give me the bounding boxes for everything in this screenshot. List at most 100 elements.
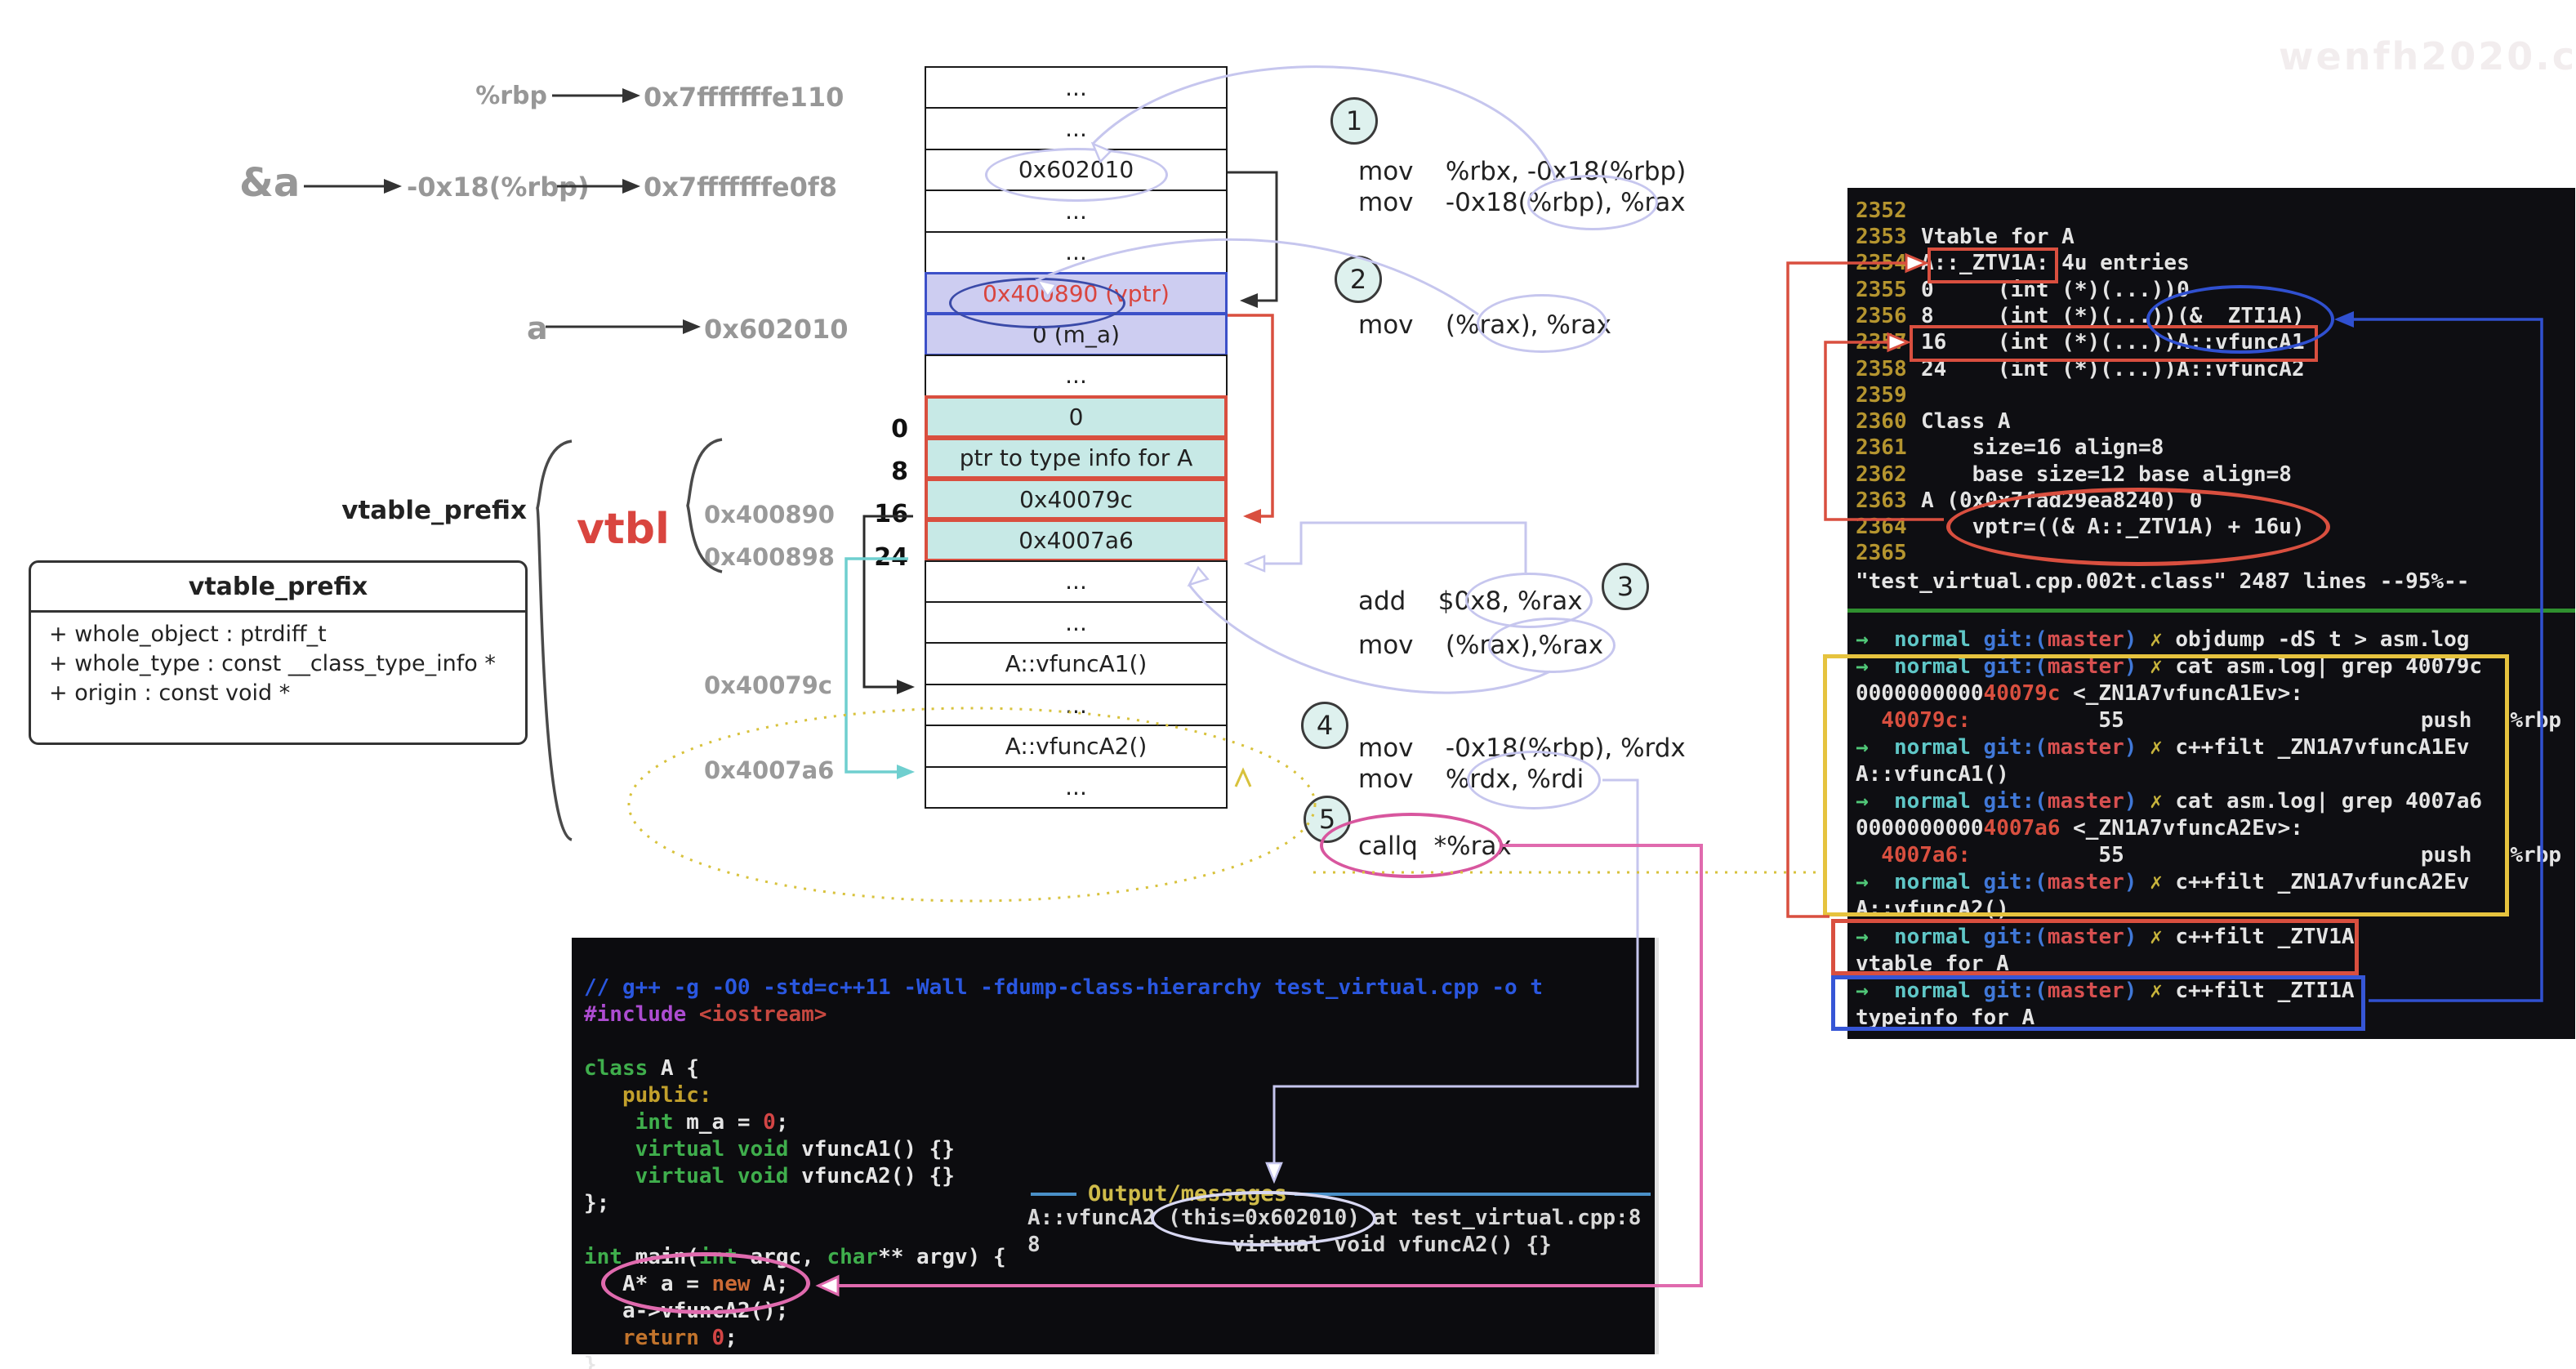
vim-line: 2359 bbox=[1847, 382, 2575, 408]
mem-row: ... bbox=[925, 684, 1228, 726]
line-number: 2358 bbox=[1856, 356, 1907, 382]
struct-field: + whole_object : ptrdiff_t bbox=[49, 622, 327, 647]
code-include: #include bbox=[584, 1002, 686, 1027]
code-num: 0 bbox=[712, 1326, 725, 1350]
code-txt: ** argv) { bbox=[878, 1245, 1006, 1269]
vtable-diagram: wenfh2020.com %rbp 0x7fffffffe110 &a -0x… bbox=[0, 0, 2576, 1369]
vim-text: base size=12 base align=8 bbox=[1921, 462, 2292, 488]
vim-line: 2353 Vtable for A bbox=[1847, 224, 2575, 250]
struct-title: vtable_prefix bbox=[31, 573, 525, 601]
ellipse-rdi bbox=[1467, 751, 1601, 809]
prompt-branch: master bbox=[2048, 627, 2124, 652]
code-txt: ; bbox=[724, 1326, 738, 1350]
prompt-dirty-icon: ✗ bbox=[2150, 627, 2175, 652]
ellipse-rax-3b bbox=[1488, 618, 1616, 673]
a-address-label: &a bbox=[239, 160, 300, 206]
step-1-badge: 1 bbox=[1330, 97, 1378, 145]
vim-text: Class A bbox=[1921, 408, 2011, 435]
code-txt: ; bbox=[776, 1110, 789, 1135]
a-label: a bbox=[527, 310, 548, 346]
mem-row: ... bbox=[925, 766, 1228, 809]
mem-row: ... bbox=[925, 560, 1228, 603]
line-number: 2355 bbox=[1856, 277, 1907, 303]
code-kw: class bbox=[584, 1056, 648, 1081]
vtable-slot-8: ptr to type info for A bbox=[925, 437, 1228, 479]
line-number: 2356 bbox=[1856, 303, 1907, 329]
divider bbox=[31, 610, 525, 613]
vtable-prefix-struct-box: vtable_prefix + whole_object : ptrdiff_t… bbox=[29, 560, 528, 745]
step-4-badge: 4 bbox=[1301, 702, 1348, 749]
step-2-badge: 2 bbox=[1335, 256, 1382, 303]
output-separator-left bbox=[1031, 1193, 1076, 1196]
line-number: 2353 bbox=[1856, 224, 1907, 250]
ztv1a-filt-red-box bbox=[1831, 919, 2359, 975]
vim-line: 2361 size=16 align=8 bbox=[1847, 435, 2575, 461]
cmd-text: objdump -dS t > asm.log bbox=[2175, 627, 2469, 652]
zti1a-filt-blue-box bbox=[1831, 975, 2365, 1031]
mem-row: ... bbox=[925, 355, 1228, 397]
offset-8: 8 bbox=[849, 457, 908, 486]
mem-row: ... bbox=[925, 66, 1228, 109]
code-kw: int bbox=[584, 1110, 674, 1135]
code-kw: char bbox=[827, 1245, 878, 1269]
output-separator-right bbox=[1295, 1193, 1651, 1196]
mem-row: ... bbox=[925, 601, 1228, 644]
code-txt bbox=[584, 1326, 622, 1350]
vim-line: 2360 Class A bbox=[1847, 408, 2575, 435]
prompt-git: git:( bbox=[1984, 627, 2048, 652]
code-txt: vfuncA2() {} bbox=[788, 1164, 955, 1188]
vtable-slot-16: 0x40079c bbox=[925, 478, 1228, 520]
code-kw: public: bbox=[584, 1083, 712, 1108]
grep-yellow-box bbox=[1823, 654, 2509, 916]
ellipse-this-ptr bbox=[1151, 1191, 1376, 1246]
struct-field: + whole_type : const __class_type_info * bbox=[49, 651, 496, 676]
vim-status: "test_virtual.cpp.002t.class" 2487 lines… bbox=[1856, 569, 2469, 595]
offset-24: 24 bbox=[849, 543, 908, 572]
rbp-label: %rbp bbox=[457, 82, 547, 110]
mem-row: ... bbox=[925, 107, 1228, 149]
line-number: 2352 bbox=[1856, 198, 1907, 224]
struct-field: + origin : const void * bbox=[49, 680, 290, 706]
watermark: wenfh2020.com bbox=[2279, 34, 2576, 78]
line-number: 2365 bbox=[1856, 540, 1907, 566]
line-number: 2363 bbox=[1856, 488, 1907, 514]
addr-0x400898: 0x400898 bbox=[704, 543, 827, 571]
line-number: 2362 bbox=[1856, 462, 1907, 488]
shell-cmd: → normal git:(master) ✗ objdump -dS t > … bbox=[1856, 627, 2566, 653]
code-comment: // g++ -g -O0 -std=c++11 -Wall -fdump-cl… bbox=[584, 975, 1543, 1000]
code-kw: return bbox=[622, 1326, 712, 1350]
vtbl-label: vtbl bbox=[577, 505, 670, 554]
a-address-value: 0x7fffffffe0f8 bbox=[644, 172, 837, 203]
ellipse-0x602010 bbox=[985, 148, 1168, 202]
ellipse-rax-2 bbox=[1477, 294, 1607, 353]
line-number: 2360 bbox=[1856, 408, 1907, 435]
vim-line: 2352 bbox=[1847, 198, 2575, 224]
code-txt: } bbox=[584, 1353, 597, 1369]
vim-text: size=16 align=8 bbox=[1921, 435, 2164, 461]
prompt-git: ) bbox=[2124, 627, 2150, 652]
ellipse-zti1a bbox=[2146, 285, 2334, 354]
addr-0x40079c: 0x40079c bbox=[704, 671, 827, 699]
rbp-value: 0x7fffffffe110 bbox=[644, 82, 844, 113]
offset-0: 0 bbox=[849, 415, 908, 444]
vim-status-line: "test_virtual.cpp.002t.class" 2487 lines… bbox=[1847, 569, 2575, 595]
mem-row-vfuncA1: A::vfuncA1() bbox=[925, 642, 1228, 684]
code-txt: }; bbox=[584, 1191, 609, 1215]
ellipse-call-site bbox=[601, 1252, 810, 1314]
vtable-slot-0: 0 bbox=[925, 395, 1228, 438]
ellipse-rax-1 bbox=[1527, 175, 1658, 230]
vim-text: Vtable for A bbox=[1921, 224, 2075, 250]
code-num: 0 bbox=[763, 1110, 776, 1135]
code-txt: vfuncA1() {} bbox=[788, 1137, 955, 1162]
mem-row-vfuncA2: A::vfuncA2() bbox=[925, 725, 1228, 767]
vim-line: 2362 base size=12 base align=8 bbox=[1847, 462, 2575, 488]
code-kw: int bbox=[584, 1245, 622, 1269]
code-txt: m_a = bbox=[674, 1110, 764, 1135]
code-txt: A { bbox=[648, 1056, 699, 1081]
line-number: 2357 bbox=[1856, 329, 1907, 355]
code-kw: virtual void bbox=[584, 1164, 788, 1188]
a-value: 0x602010 bbox=[704, 314, 849, 345]
vtable-slot-24: 0x4007a6 bbox=[925, 519, 1228, 561]
line-number: 2364 bbox=[1856, 514, 1907, 540]
offset-16: 16 bbox=[849, 500, 908, 528]
